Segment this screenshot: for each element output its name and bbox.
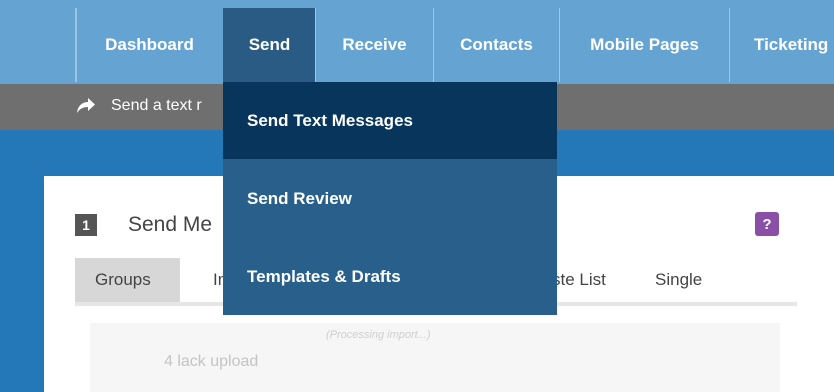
tab-paste-list[interactable]: ste List <box>552 258 606 302</box>
tab-groups[interactable]: Groups <box>75 258 180 302</box>
menu-item-templates-drafts[interactable]: Templates & Drafts <box>223 238 557 315</box>
nav-send[interactable]: Send <box>223 8 315 82</box>
menu-item-send-text-messages[interactable]: Send Text Messages <box>223 82 557 159</box>
top-nav: Dashboard Send Receive Contacts Mobile P… <box>0 0 834 84</box>
upload-label: 4 lack upload <box>164 353 259 370</box>
section-title: Send Me <box>128 213 213 236</box>
breadcrumb-text: Send a text r <box>111 97 202 114</box>
tab-single[interactable]: Single <box>655 258 702 302</box>
nav-receive[interactable]: Receive <box>315 8 433 82</box>
nav-contacts[interactable]: Contacts <box>433 8 559 82</box>
step-number-badge: 1 <box>75 214 97 236</box>
share-arrow-icon <box>75 95 97 117</box>
nav-ticketing[interactable]: Ticketing <box>729 8 834 82</box>
help-button[interactable]: ? <box>755 212 779 236</box>
send-dropdown-menu: Send Text Messages Send Review Templates… <box>223 82 557 315</box>
groups-content: (Processing import...) 4 lack upload <box>90 323 780 392</box>
nav-mobile-pages[interactable]: Mobile Pages <box>559 8 729 82</box>
nav-dashboard[interactable]: Dashboard <box>76 8 222 82</box>
processing-status: (Processing import...) <box>326 329 431 341</box>
menu-item-send-review[interactable]: Send Review <box>223 160 557 237</box>
